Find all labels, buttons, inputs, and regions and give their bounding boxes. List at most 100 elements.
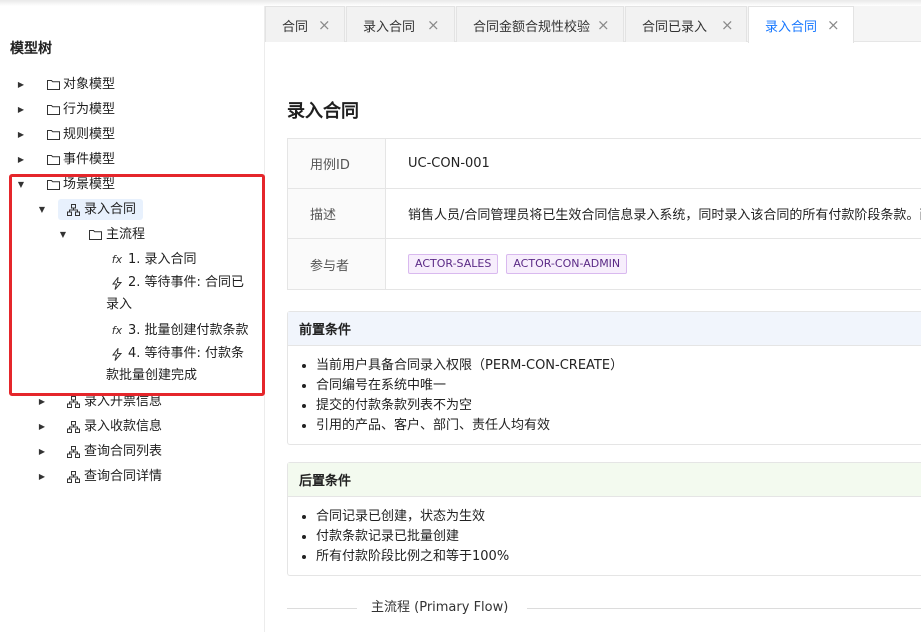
function-icon: fx	[111, 324, 123, 337]
tab-label: 录入合同	[765, 20, 818, 35]
tree-item-step-4[interactable]: 4. 等待事件: 付款条款批量创建完成	[0, 343, 265, 389]
close-icon[interactable]: ×	[318, 16, 331, 34]
folder-icon	[46, 128, 60, 142]
tree-item-label: 主流程	[106, 226, 146, 242]
folder-icon	[46, 153, 60, 167]
tab-bar: 合同 × 录入合同 × 合同金额合规性校验 × 合同已录入 × 录入合同 ×	[265, 6, 921, 43]
info-value: 销售人员/合同管理员将已生效合同信息录入系统，同时录入该合同的所有付款阶段条款。…	[408, 208, 921, 223]
info-row-description: 描述 销售人员/合同管理员将已生效合同信息录入系统，同时录入该合同的所有付款阶段…	[288, 189, 921, 239]
tree-item-label: 录入收款信息	[84, 418, 163, 434]
tree-item-query-contract-list[interactable]: ▶ 查询合同列表	[0, 439, 265, 464]
info-value: UC-CON-001	[408, 156, 490, 171]
caret-down-icon[interactable]: ▼	[37, 205, 47, 215]
tab-enter-contract[interactable]: 录入合同 ×	[346, 6, 455, 42]
tab-amount-compliance-check[interactable]: 合同金额合规性校验 ×	[456, 6, 624, 42]
list-item: 合同记录已创建，状态为生效	[316, 507, 921, 527]
caret-right-icon[interactable]: ▶	[16, 105, 26, 115]
info-key: 用例ID	[288, 139, 386, 188]
tree-item-label: 1. 录入合同	[128, 251, 197, 267]
list-item: 所有付款阶段比例之和等于100%	[316, 547, 921, 567]
tab-contract-entered[interactable]: 合同已录入 ×	[625, 6, 747, 42]
divider-line	[527, 608, 921, 609]
list-item: 引用的产品、客户、部门、责任人均有效	[316, 416, 921, 436]
tree-item-label: 查询合同详情	[84, 468, 163, 484]
folder-icon	[46, 78, 60, 92]
model-tree-panel: 模型树 ▶ 对象模型 ▶ 行为模型 ▶ 规则模型 ▶ 事件模型 ▼ 场景模型 ▼…	[0, 6, 265, 632]
postconditions-list: 合同记录已创建，状态为生效 付款条款记录已批量创建 所有付款阶段比例之和等于10…	[288, 497, 921, 575]
close-icon[interactable]: ×	[597, 16, 610, 34]
postconditions-card: 后置条件 合同记录已创建，状态为生效 付款条款记录已批量创建 所有付款阶段比例之…	[287, 462, 921, 576]
preconditions-list: 当前用户具备合同录入权限（PERM-CON-CREATE） 合同编号在系统中唯一…	[288, 346, 921, 444]
tab-label: 合同已录入	[642, 20, 708, 35]
tree-item-event-model[interactable]: ▶ 事件模型	[0, 147, 265, 172]
tree-item-step-1[interactable]: fx 1. 录入合同	[0, 247, 265, 272]
tree-item-label: 4. 等待事件: 付款条款批量创建完成	[106, 346, 245, 383]
tree-item-enter-invoice[interactable]: ▶ 录入开票信息	[0, 389, 265, 414]
hierarchy-icon	[66, 470, 80, 484]
info-row-id: 用例ID UC-CON-001	[288, 139, 921, 189]
tree-item-label: 录入合同	[84, 201, 137, 217]
model-tree: ▶ 对象模型 ▶ 行为模型 ▶ 规则模型 ▶ 事件模型 ▼ 场景模型 ▼ 录入合…	[0, 72, 265, 489]
tree-item-behavior-model[interactable]: ▶ 行为模型	[0, 97, 265, 122]
tree-item-enter-receipt[interactable]: ▶ 录入收款信息	[0, 414, 265, 439]
tree-item-label: 行为模型	[63, 101, 116, 117]
tree-item-main-flow[interactable]: ▼ 主流程	[0, 222, 265, 247]
caret-down-icon[interactable]: ▼	[16, 180, 26, 190]
tab-enter-contract-active[interactable]: 录入合同 ×	[748, 6, 854, 43]
hierarchy-icon	[66, 420, 80, 434]
close-icon[interactable]: ×	[827, 16, 840, 34]
tree-item-label: 规则模型	[63, 126, 116, 142]
close-icon[interactable]: ×	[427, 16, 440, 34]
caret-right-icon[interactable]: ▶	[37, 472, 47, 482]
caret-down-icon[interactable]: ▼	[58, 230, 68, 240]
tree-item-enter-contract[interactable]: ▼ 录入合同	[0, 197, 265, 222]
tree-item-label: 场景模型	[63, 176, 116, 192]
hierarchy-icon	[66, 445, 80, 459]
tree-item-label: 事件模型	[63, 151, 116, 167]
use-case-info-table: 用例ID UC-CON-001 描述 销售人员/合同管理员将已生效合同信息录入系…	[287, 138, 921, 290]
actor-tag[interactable]: ACTOR-CON-ADMIN	[506, 254, 628, 274]
function-icon: fx	[111, 253, 123, 266]
caret-right-icon[interactable]: ▶	[16, 155, 26, 165]
card-title: 后置条件	[288, 463, 921, 497]
tab-label: 合同金额合规性校验	[473, 20, 591, 35]
actor-tag[interactable]: ACTOR-SALES	[408, 254, 499, 274]
section-divider: 主流程 (Primary Flow)	[287, 597, 921, 619]
hierarchy-icon	[66, 395, 80, 409]
caret-right-icon[interactable]: ▶	[37, 422, 47, 432]
tree-item-label: 查询合同列表	[84, 443, 163, 459]
page-title: 录入合同	[287, 101, 359, 122]
tree-item-label: 录入开票信息	[84, 393, 163, 409]
preconditions-card: 前置条件 当前用户具备合同录入权限（PERM-CON-CREATE） 合同编号在…	[287, 311, 921, 445]
tree-item-rule-model[interactable]: ▶ 规则模型	[0, 122, 265, 147]
tree-item-label: 对象模型	[63, 76, 116, 92]
actor-tags: ACTOR-SALES ACTOR-CON-ADMIN	[408, 239, 635, 289]
hierarchy-icon	[66, 203, 80, 217]
tree-item-scenario-model[interactable]: ▼ 场景模型	[0, 172, 265, 197]
caret-right-icon[interactable]: ▶	[37, 397, 47, 407]
list-item: 提交的付款条款列表不为空	[316, 396, 921, 416]
primary-flow-heading: 主流程 (Primary Flow)	[371, 600, 509, 615]
info-key: 描述	[288, 189, 386, 238]
main-content: 录入合同 用例ID UC-CON-001 描述 销售人员/合同管理员将已生效合同…	[265, 42, 921, 632]
card-title: 前置条件	[288, 312, 921, 346]
caret-right-icon[interactable]: ▶	[37, 447, 47, 457]
folder-icon	[46, 103, 60, 117]
tree-title: 模型树	[10, 41, 52, 57]
info-key: 参与者	[288, 239, 386, 289]
tree-item-label: 2. 等待事件: 合同已录入	[106, 275, 245, 312]
list-item: 合同编号在系统中唯一	[316, 376, 921, 396]
list-item: 当前用户具备合同录入权限（PERM-CON-CREATE）	[316, 356, 921, 376]
info-row-actors: 参与者 ACTOR-SALES ACTOR-CON-ADMIN	[288, 239, 921, 289]
list-item: 付款条款记录已批量创建	[316, 527, 921, 547]
tree-item-object-model[interactable]: ▶ 对象模型	[0, 72, 265, 97]
divider-line	[287, 608, 357, 609]
tree-item-step-2[interactable]: 2. 等待事件: 合同已录入	[0, 272, 265, 318]
close-icon[interactable]: ×	[721, 16, 734, 34]
tree-item-step-3[interactable]: fx 3. 批量创建付款条款	[0, 318, 265, 343]
tree-item-query-contract-detail[interactable]: ▶ 查询合同详情	[0, 464, 265, 489]
caret-right-icon[interactable]: ▶	[16, 130, 26, 140]
folder-icon	[46, 178, 60, 192]
caret-right-icon[interactable]: ▶	[16, 80, 26, 90]
tab-contract[interactable]: 合同 ×	[265, 6, 345, 42]
